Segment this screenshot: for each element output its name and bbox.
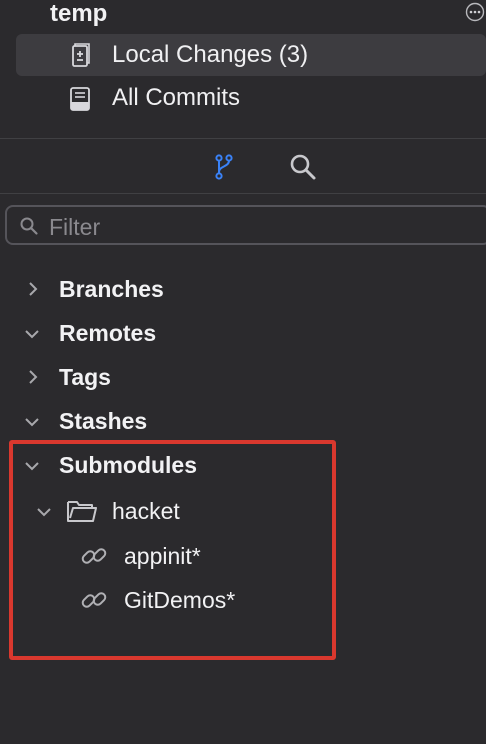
section-label: Remotes xyxy=(59,320,157,346)
nav-item-local-changes[interactable]: Local Changes (3) xyxy=(16,34,486,76)
nav-item-all-commits[interactable]: All Commits xyxy=(16,77,486,119)
sidebar-section-stashes[interactable]: Stashes xyxy=(0,402,486,440)
search-icon xyxy=(20,217,38,235)
search-icon[interactable] xyxy=(288,152,318,182)
sidebar-section-remotes[interactable]: Remotes xyxy=(0,314,486,352)
filter-field[interactable] xyxy=(5,205,486,245)
section-label: Tags xyxy=(59,364,111,390)
section-label: Stashes xyxy=(59,408,148,434)
filter-input[interactable] xyxy=(47,212,471,242)
local-changes-icon xyxy=(72,43,90,67)
all-commits-icon xyxy=(70,87,90,111)
sidebar-section-branches[interactable]: Branches xyxy=(0,270,486,308)
chevron-right-icon[interactable] xyxy=(25,281,41,297)
nav-item-label: All Commits xyxy=(112,84,241,111)
chevron-down-icon[interactable] xyxy=(24,414,40,430)
section-label: Branches xyxy=(59,276,164,302)
sidebar-section-tags[interactable]: Tags xyxy=(0,358,486,396)
more-options-icon[interactable] xyxy=(465,2,485,22)
branch-icon[interactable] xyxy=(209,152,239,182)
nav-item-label: Local Changes (3) xyxy=(112,41,309,68)
chevron-down-icon[interactable] xyxy=(24,326,40,342)
divider xyxy=(0,193,486,194)
chevron-right-icon[interactable] xyxy=(25,369,41,385)
repo-title[interactable]: temp xyxy=(50,0,107,28)
divider xyxy=(0,138,486,139)
highlight-box xyxy=(9,440,336,660)
